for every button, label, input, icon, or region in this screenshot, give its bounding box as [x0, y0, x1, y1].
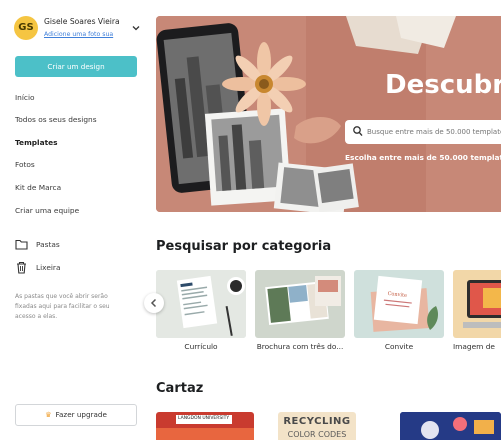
category-card-brochure[interactable]: [255, 270, 345, 338]
category-label[interactable]: Imagem de: [453, 342, 495, 351]
category-card-image[interactable]: [453, 270, 501, 338]
poster-art: [400, 412, 501, 440]
category-label[interactable]: Currículo: [156, 342, 246, 351]
category-section-title: Pesquisar por categoria: [156, 239, 332, 254]
sidebar-item-folders[interactable]: Pastas: [15, 238, 135, 252]
image-thumbnail: [453, 270, 501, 338]
search-icon: [353, 126, 363, 137]
account-switcher[interactable]: GS Gisele Soares Vieira Adicione uma fot…: [14, 16, 140, 44]
chevron-down-icon[interactable]: [132, 24, 140, 32]
sidebar-item-label: Pastas: [36, 240, 60, 249]
hero-title: Descubra: [385, 70, 501, 100]
hero-subtitle: Escolha entre mais de 50.000 templates g…: [345, 153, 501, 162]
category-card-invite[interactable]: Convite: [354, 270, 444, 338]
search-input[interactable]: [367, 123, 501, 141]
poster-text: COLOR CODES: [287, 430, 347, 439]
nav-brand-kit[interactable]: Kit de Marca: [15, 183, 61, 192]
avatar[interactable]: GS: [14, 16, 38, 40]
folder-icon: [15, 239, 28, 250]
add-photo-link[interactable]: Adicione uma foto sua: [44, 31, 113, 38]
poster-card[interactable]: RECYCLING COLOR CODES: [278, 412, 356, 440]
category-label[interactable]: Convite: [354, 342, 444, 351]
trash-icon: [17, 261, 26, 274]
hero-collage-image: [156, 16, 501, 212]
crown-icon: ♛: [45, 410, 52, 419]
nav-create-team[interactable]: Criar uma equipe: [15, 206, 79, 215]
sidebar: GS Gisele Soares Vieira Adicione uma fot…: [0, 0, 146, 440]
upgrade-button[interactable]: ♛ Fazer upgrade: [15, 404, 137, 426]
account-name: Gisele Soares Vieira: [44, 17, 120, 26]
cartaz-section-title: Cartaz: [156, 381, 204, 396]
hero-search-bar[interactable]: [345, 120, 501, 144]
category-card-resume[interactable]: [156, 270, 246, 338]
nav-all-designs[interactable]: Todos os seus designs: [15, 115, 97, 124]
poster-card[interactable]: [400, 412, 501, 440]
main-content: Descubra Escolha entre mais de 50.000 te…: [144, 0, 501, 440]
folders-help-text: As pastas que você abrir serão fixadas a…: [15, 293, 110, 320]
chevron-left-icon: [150, 298, 157, 308]
nav-photos[interactable]: Fotos: [15, 160, 35, 169]
category-label[interactable]: Brochura com três do...: [255, 342, 345, 351]
create-design-button[interactable]: Criar um design: [15, 56, 137, 77]
invite-thumbnail: Convite: [354, 270, 444, 338]
poster-card[interactable]: LANGDON UNIVERSITY: [156, 412, 254, 440]
poster-text: RECYCLING: [283, 416, 351, 427]
resume-thumbnail: [156, 270, 246, 338]
upgrade-label: Fazer upgrade: [55, 410, 107, 419]
nav-home[interactable]: Início: [15, 93, 35, 102]
carousel-prev-button[interactable]: [144, 293, 164, 313]
sidebar-item-trash[interactable]: Lixeira: [15, 261, 135, 275]
nav-templates[interactable]: Templates: [15, 138, 58, 147]
hero-banner: Descubra Escolha entre mais de 50.000 te…: [156, 16, 501, 212]
brochure-thumbnail: [255, 270, 345, 338]
poster-text: LANGDON UNIVERSITY: [178, 416, 230, 421]
sidebar-item-label: Lixeira: [36, 263, 61, 272]
